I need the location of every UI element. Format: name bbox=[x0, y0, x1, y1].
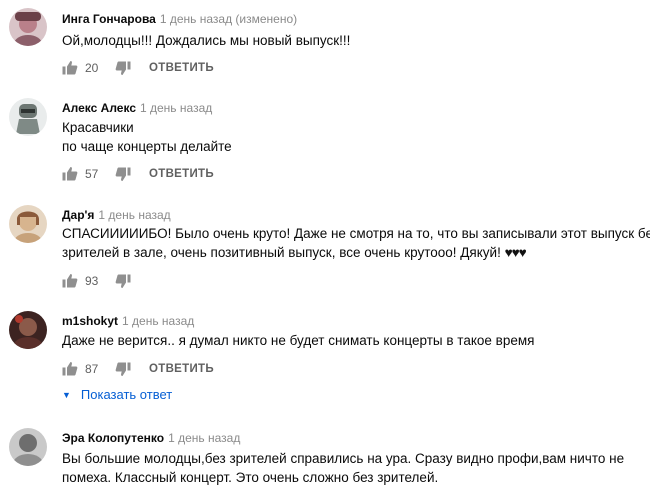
comment-line: Красавчики bbox=[62, 120, 134, 135]
show-replies-button[interactable]: ▼ Показать ответ bbox=[62, 387, 172, 402]
comment-line: СПАСИИИИИБО! Было очень круто! Даже не с… bbox=[62, 226, 650, 241]
author-name[interactable]: m1shokyt bbox=[62, 314, 118, 328]
comment-line: зрителей в зале, очень позитивный выпуск… bbox=[62, 243, 647, 262]
author-name[interactable]: Эра Колопутенко bbox=[62, 431, 164, 445]
timestamp[interactable]: 1 день назад bbox=[168, 431, 240, 445]
avatar[interactable] bbox=[9, 205, 47, 243]
thumbs-down-icon[interactable] bbox=[115, 60, 131, 76]
comment-header: m1shokyt 1 день назад bbox=[62, 314, 194, 328]
comment-actions: 87 ОТВЕТИТЬ bbox=[62, 359, 214, 379]
comment-line: по чаще концерты делайте bbox=[62, 139, 232, 154]
reply-button[interactable]: ОТВЕТИТЬ bbox=[149, 363, 214, 375]
comment-header: Инга Гончарова 1 день назад (изменено) bbox=[62, 12, 297, 26]
thumbs-up-icon[interactable] bbox=[62, 361, 78, 377]
avatar[interactable] bbox=[9, 311, 47, 349]
comment-text: Ой,молодцы!!! Дождались мы новый выпуск!… bbox=[62, 31, 647, 50]
caret-down-icon: ▼ bbox=[62, 389, 71, 400]
author-name[interactable]: Алекс Алекс bbox=[62, 101, 136, 115]
comment-line: помеха. Классный концерт. Это очень слож… bbox=[62, 470, 439, 485]
comment-text: Вы большие молодцы,без зрителей справили… bbox=[62, 449, 647, 487]
comment-line: Ой,молодцы!!! Дождались мы новый выпуск!… bbox=[62, 33, 351, 48]
like-count: 87 bbox=[85, 362, 99, 376]
comment-text: СПАСИИИИИБО! Было очень круто! Даже не с… bbox=[62, 224, 650, 262]
reply-button[interactable]: ОТВЕТИТЬ bbox=[149, 168, 214, 180]
comment-line-text: зрителей в зале, очень позитивный выпуск… bbox=[62, 245, 501, 260]
comment-header: Дар'я 1 день назад bbox=[62, 208, 171, 222]
reply-button[interactable]: ОТВЕТИТЬ bbox=[149, 62, 214, 74]
thumbs-up-icon[interactable] bbox=[62, 166, 78, 182]
heart-emoji: ♥♥♥ bbox=[504, 245, 527, 260]
comment-actions: 57 ОТВЕТИТЬ bbox=[62, 164, 214, 184]
comment-actions: 20 ОТВЕТИТЬ bbox=[62, 58, 214, 78]
timestamp[interactable]: 1 день назад bbox=[140, 101, 212, 115]
thumbs-down-icon[interactable] bbox=[115, 166, 131, 182]
comment-actions: 93 bbox=[62, 271, 131, 291]
avatar[interactable] bbox=[9, 428, 47, 466]
thumbs-down-icon[interactable] bbox=[115, 361, 131, 377]
timestamp[interactable]: 1 день назад bbox=[122, 314, 194, 328]
avatar[interactable] bbox=[9, 98, 47, 136]
show-replies-label: Показать ответ bbox=[80, 387, 173, 402]
comment-line: Вы большие молодцы,без зрителей справили… bbox=[62, 451, 625, 466]
like-count: 20 bbox=[85, 61, 99, 75]
avatar[interactable] bbox=[9, 8, 47, 46]
like-count: 93 bbox=[85, 274, 99, 288]
timestamp[interactable]: 1 день назад bbox=[98, 208, 170, 222]
author-name[interactable]: Инга Гончарова bbox=[62, 12, 156, 26]
thumbs-up-icon[interactable] bbox=[62, 273, 78, 289]
author-name[interactable]: Дар'я bbox=[62, 208, 94, 222]
comment-text: Красавчики по чаще концерты делайте bbox=[62, 118, 647, 156]
thumbs-up-icon[interactable] bbox=[62, 60, 78, 76]
comment-header: Эра Колопутенко 1 день назад bbox=[62, 431, 240, 445]
like-count: 57 bbox=[85, 167, 99, 181]
comment-text: Даже не верится.. я думал никто не будет… bbox=[62, 331, 647, 350]
comment-line: Даже не верится.. я думал никто не будет… bbox=[62, 333, 535, 348]
timestamp[interactable]: 1 день назад (изменено) bbox=[160, 12, 297, 26]
thumbs-down-icon[interactable] bbox=[115, 273, 131, 289]
comment-header: Алекс Алекс 1 день назад bbox=[62, 101, 212, 115]
